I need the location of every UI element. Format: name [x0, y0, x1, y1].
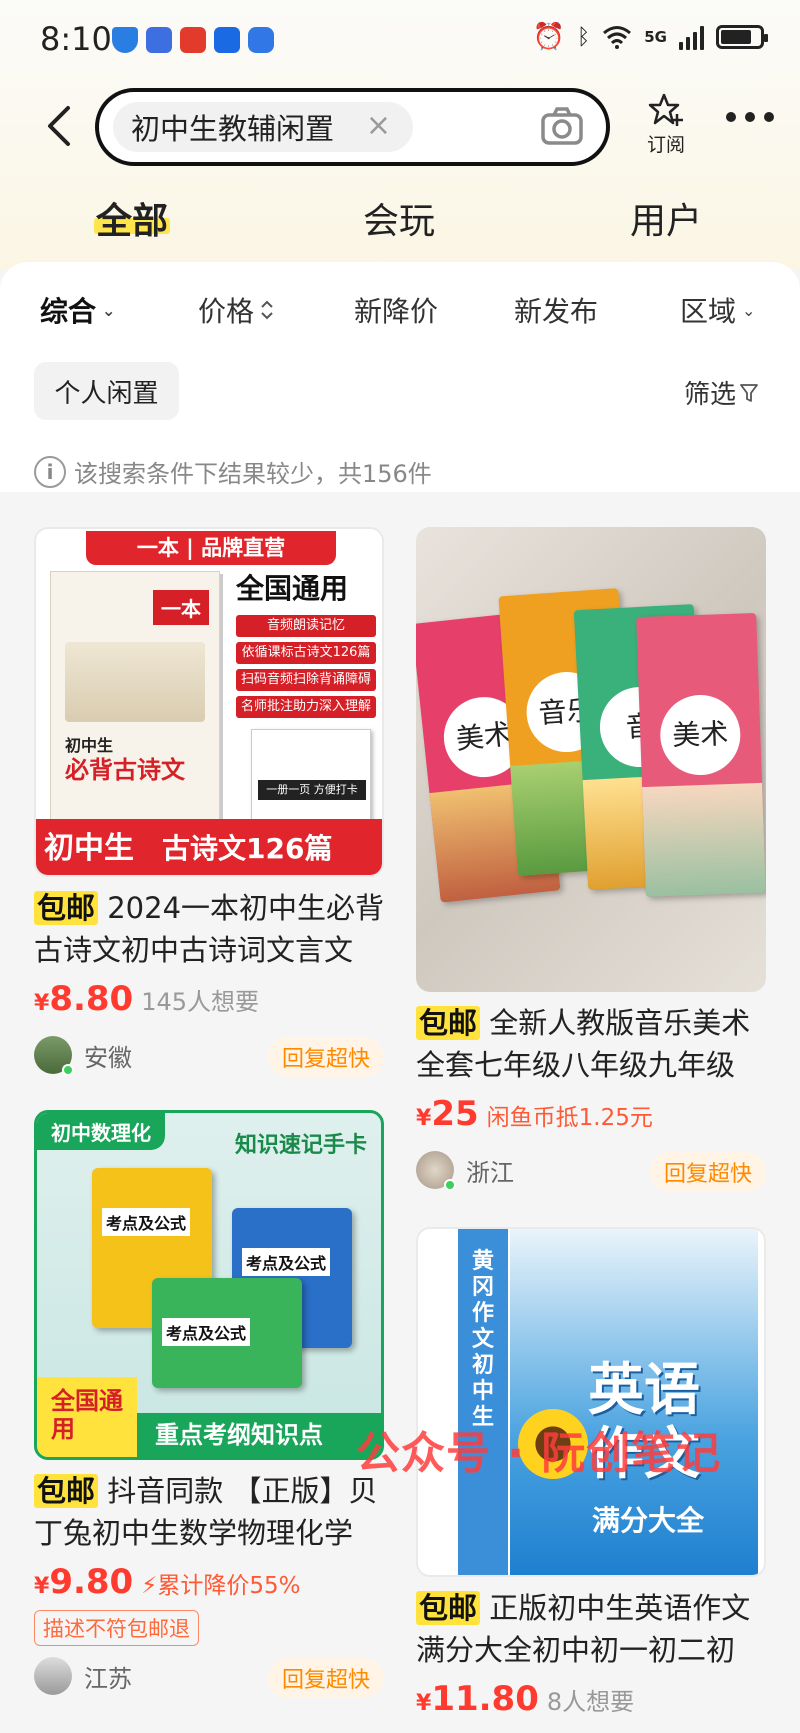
price-row: ¥25 闲鱼币抵1.25元 [416, 1094, 766, 1134]
free-shipping-badge: 包邮 [34, 1474, 99, 1508]
sort-new-release[interactable]: 新发布 [514, 290, 598, 330]
seller-row[interactable]: 安徽 回复超快 [34, 1035, 384, 1077]
signal-icon [679, 24, 704, 50]
price-drop-info: ⚡累计降价55% [141, 1573, 301, 1599]
filter-button[interactable]: 筛选 [684, 374, 758, 411]
avatar[interactable] [416, 1151, 456, 1191]
product-image[interactable]: 黄冈作文初中生 英语作文 满分大全 [416, 1227, 766, 1577]
info-icon: i [34, 455, 66, 488]
personal-idle-filter[interactable]: 个人闲置 [34, 362, 179, 420]
more-options-icon[interactable] [726, 112, 774, 122]
shield-icon [112, 27, 138, 53]
results-notice: i 该搜索条件下结果较少，共156件 [34, 454, 432, 489]
alarm-icon: ⏰ [532, 22, 566, 52]
taobao-icon [180, 27, 206, 53]
funnel-icon [740, 383, 758, 402]
subscribe-star-icon [648, 93, 683, 126]
price: ¥9.80 [34, 1562, 134, 1602]
price-row: ¥8.80 145人想要 [34, 979, 384, 1019]
textbook: 美术 [636, 612, 766, 898]
want-count: 145人想要 [141, 988, 260, 1016]
product-title[interactable]: 包邮 正版初中生英语作文满分大全初中初一初二初 [416, 1587, 768, 1671]
cover-illustration [65, 642, 205, 722]
free-shipping-badge: 包邮 [416, 1006, 481, 1040]
product-image[interactable]: 一本 | 品牌直营 一本 初中生 必背古诗文 全国通用 音频朗读记忆 依循课标古… [34, 527, 384, 877]
brand-logo: 一本 [153, 590, 209, 625]
seller-location: 安徽 [84, 1043, 132, 1072]
clear-icon[interactable]: × [366, 108, 391, 143]
product-card[interactable]: 美术 音乐 音 美术 包邮 全新人教版音乐美术全套七年级八年级九年级 ¥25 闲… [416, 527, 768, 1192]
subscribe-button[interactable]: 订阅 [640, 92, 692, 157]
product-title[interactable]: 包邮 抖音同款 【正版】贝丁兔初中生数学物理化学 [34, 1470, 386, 1554]
want-count: 8人想要 [546, 1688, 635, 1716]
price: ¥8.80 [34, 979, 134, 1019]
free-shipping-badge: 包邮 [34, 891, 99, 925]
search-query-chip[interactable]: 初中生教辅闲置 × [113, 102, 413, 152]
sort-comprehensive[interactable]: 综合 ⌄ [40, 290, 115, 330]
search-box[interactable]: 初中生教辅闲置 × [95, 88, 610, 166]
price: ¥25 [416, 1094, 479, 1134]
product-title[interactable]: 包邮 2024一本初中生必背古诗文初中古诗词文言文 [34, 887, 386, 971]
network-type: 5G [644, 27, 667, 46]
free-shipping-badge: 包邮 [416, 1591, 481, 1625]
browser-icon [146, 27, 172, 53]
reply-fast-tag: 回复超快 [649, 1152, 766, 1192]
reply-fast-tag: 回复超快 [267, 1658, 384, 1698]
back-icon[interactable] [40, 104, 80, 148]
refund-tag: 描述不符包邮退 [34, 1610, 199, 1646]
sort-price-drop[interactable]: 新降价 [354, 290, 438, 330]
mini-book: 一册一页 方便打卡 [251, 729, 371, 821]
status-bar: 8:10 ⏰ ᛒ 5G [0, 0, 800, 80]
bluetooth-icon: ᛒ [577, 24, 591, 50]
reply-fast-tag: 回复超快 [267, 1037, 384, 1077]
system-icons: ⏰ ᛒ 5G [532, 22, 768, 52]
product-title[interactable]: 包邮 全新人教版音乐美术全套七年级八年级九年级 [416, 1002, 768, 1086]
coin-discount: 闲鱼币抵1.25元 [486, 1105, 653, 1131]
sort-icon [261, 300, 273, 320]
sort-price[interactable]: 价格 [198, 290, 274, 330]
camera-icon[interactable] [540, 106, 584, 146]
price-row: ¥11.80 8人想要 [416, 1679, 766, 1719]
tab-play[interactable]: 会玩 [363, 192, 435, 244]
subscribe-label: 订阅 [646, 134, 685, 156]
bottom-ribbon: 初中生 古诗文126篇 [36, 819, 382, 875]
chevron-down-icon: ⌄ [102, 300, 116, 320]
seller-location: 浙江 [466, 1158, 514, 1187]
product-card[interactable]: 初中数理化 知识速记手卡 考点及公式 考点及公式 考点及公式 全国通用 重点考纲… [34, 1110, 386, 1698]
chevron-down-icon: ⌄ [742, 300, 756, 320]
navigation-icon [214, 27, 240, 53]
tab-users[interactable]: 用户 [630, 192, 702, 244]
product-card[interactable]: 一本 | 品牌直营 一本 初中生 必背古诗文 全国通用 音频朗读记忆 依循课标古… [34, 527, 386, 1077]
seller-row[interactable]: 浙江 回复超快 [416, 1150, 766, 1192]
sort-region[interactable]: 区域 ⌄ [680, 290, 755, 330]
seller-row[interactable]: 江苏 回复超快 [34, 1656, 384, 1698]
brand-ribbon: 一本 | 品牌直营 [86, 531, 336, 565]
seller-location: 江苏 [84, 1664, 132, 1693]
lightning-icon: ⚡ [141, 1573, 158, 1599]
price: ¥11.80 [416, 1679, 539, 1719]
price-row: ¥9.80 ⚡累计降价55% [34, 1562, 384, 1602]
app-notification-icon [248, 27, 274, 53]
notice-text: 该搜索条件下结果较少，共156件 [74, 460, 432, 488]
avatar[interactable] [34, 1036, 74, 1076]
book-cover: 一本 初中生 必背古诗文 [50, 571, 220, 821]
battery-icon [716, 25, 768, 49]
math-card-box: 考点及公式 [152, 1278, 302, 1388]
wifi-icon [603, 26, 632, 49]
avatar[interactable] [34, 1657, 72, 1695]
product-image[interactable]: 美术 音乐 音 美术 [416, 527, 766, 992]
product-image[interactable]: 初中数理化 知识速记手卡 考点及公式 考点及公式 考点及公式 全国通用 重点考纲… [34, 1110, 384, 1460]
search-query: 初中生教辅闲置 [131, 112, 335, 146]
book-spine: 黄冈作文初中生 [458, 1229, 510, 1575]
watermark: 公众号 · 阮创笔记 [356, 1428, 722, 1479]
tab-all[interactable]: 全部 [96, 192, 168, 244]
status-time: 8:10 [40, 20, 112, 58]
